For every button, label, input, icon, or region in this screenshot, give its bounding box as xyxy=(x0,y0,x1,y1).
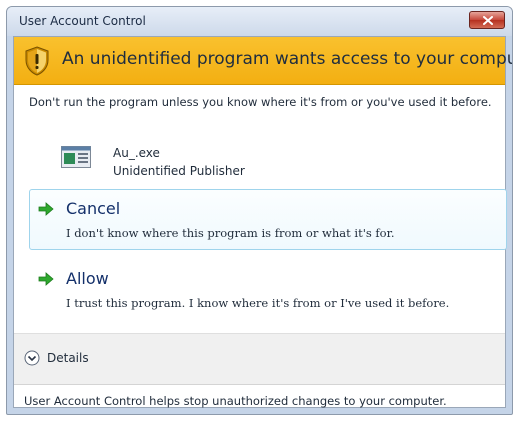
footer-message: User Account Control helps stop unauthor… xyxy=(24,394,447,408)
close-button[interactable] xyxy=(469,11,505,29)
shield-warning-icon xyxy=(25,46,49,76)
green-arrow-icon xyxy=(38,202,54,216)
allow-option-title: Allow xyxy=(66,269,109,288)
program-name: Au_.exe xyxy=(113,146,160,160)
warning-banner: An unidentified program wants access to … xyxy=(14,37,512,85)
close-icon xyxy=(483,16,493,25)
warning-message: Don't run the program unless you know wh… xyxy=(29,95,492,109)
uac-dialog: User Account Control An unidentified pro… xyxy=(6,6,513,415)
allow-option-description: I trust this program. I know where it's … xyxy=(66,296,450,310)
green-arrow-icon xyxy=(38,272,54,286)
cancel-option-button[interactable]: Cancel I don't know where this program i… xyxy=(29,189,507,250)
window-title: User Account Control xyxy=(19,14,146,28)
details-toggle[interactable]: Details xyxy=(47,351,89,365)
chevron-down-circle-icon[interactable] xyxy=(24,350,40,366)
program-window-icon xyxy=(61,146,91,168)
allow-option-button[interactable]: Allow I trust this program. I know where… xyxy=(29,259,507,320)
cancel-option-description: I don't know where this program is from … xyxy=(66,226,395,240)
banner-title: An unidentified program wants access to … xyxy=(62,49,513,69)
cancel-option-title: Cancel xyxy=(66,199,121,218)
details-bar: Details xyxy=(14,333,505,385)
title-bar: User Account Control xyxy=(7,7,512,36)
program-publisher: Unidentified Publisher xyxy=(113,164,245,178)
dialog-content: An unidentified program wants access to … xyxy=(13,36,512,408)
